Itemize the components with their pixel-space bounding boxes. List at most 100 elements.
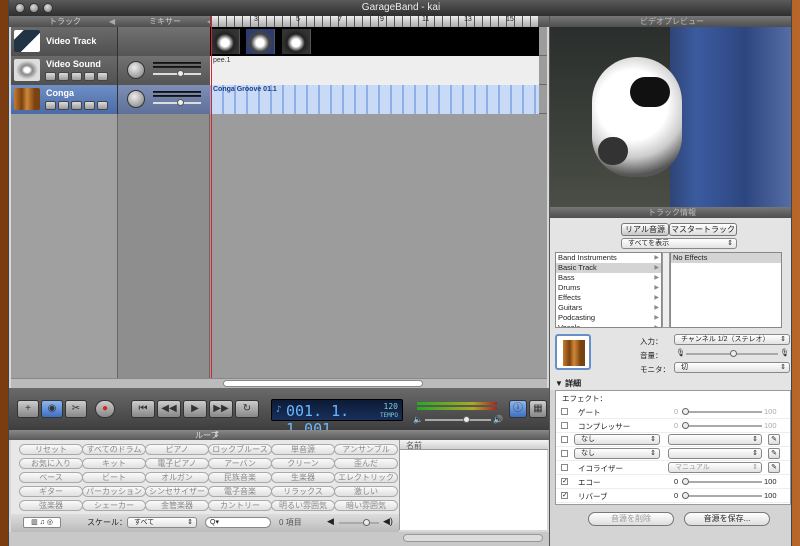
effect-checkbox[interactable] xyxy=(561,436,568,443)
record-enable-button[interactable] xyxy=(45,72,56,81)
loop-keyword-button[interactable]: ロックブルース xyxy=(208,444,272,455)
list-item[interactable]: Band Instruments xyxy=(556,253,661,263)
show-all-popup[interactable]: すべてを表示 xyxy=(621,238,737,249)
loop-keyword-button[interactable]: オルガン xyxy=(145,472,209,483)
media-browser-button[interactable]: ▦ xyxy=(529,400,547,418)
loop-keyword-button[interactable]: ギター xyxy=(19,486,83,497)
delete-instrument-button[interactable]: 音源を削除 xyxy=(588,512,674,526)
monitor-popup[interactable]: 切 xyxy=(674,362,790,373)
effect-slider[interactable] xyxy=(682,492,762,499)
loop-keyword-button[interactable]: 生楽器 xyxy=(271,472,335,483)
view-button[interactable] xyxy=(97,72,108,81)
loop-keyword-button[interactable]: キット xyxy=(82,458,146,469)
video-preview[interactable] xyxy=(550,27,791,207)
effect-popup[interactable]: なし xyxy=(574,434,660,445)
play-button[interactable]: ▶ xyxy=(183,400,207,418)
loop-keyword-button[interactable]: 民族音楽 xyxy=(208,472,272,483)
mute-button[interactable] xyxy=(58,72,69,81)
loop-keyword-button[interactable]: シンセサイザー xyxy=(145,486,209,497)
solo-button[interactable] xyxy=(71,101,82,110)
list-item[interactable]: Bass xyxy=(556,273,661,283)
loop-keyword-button[interactable]: エレクトリック xyxy=(334,472,398,483)
list-item[interactable]: Guitars xyxy=(556,303,661,313)
loop-keyword-button[interactable]: ピアノ xyxy=(145,444,209,455)
loop-results-list[interactable]: 名前 xyxy=(399,440,548,530)
loop-browser-button[interactable]: ◉ xyxy=(41,400,63,418)
editor-button[interactable]: ✂ xyxy=(65,400,87,418)
loop-keyword-button[interactable]: カントリー xyxy=(208,500,272,511)
category-scrollbar[interactable] xyxy=(662,252,670,328)
effect-slider[interactable] xyxy=(682,408,762,415)
record-button[interactable]: ● xyxy=(95,400,115,418)
loop-keyword-button[interactable]: 暗い雰囲気 xyxy=(334,500,398,511)
loop-keyword-button[interactable]: 電子ピアノ xyxy=(145,458,209,469)
list-item[interactable]: Podcasting xyxy=(556,313,661,323)
loop-keyword-button[interactable]: すべてのドラム xyxy=(82,444,146,455)
track-row-conga[interactable]: Conga Conga Groove 01.1 xyxy=(11,85,547,114)
go-to-beginning-button[interactable]: ⏮ xyxy=(131,400,155,418)
scale-popup[interactable]: すべて xyxy=(127,517,197,528)
effect-checkbox[interactable] xyxy=(561,450,568,457)
instrument-icon-button[interactable] xyxy=(555,334,591,370)
lock-button[interactable] xyxy=(84,101,95,110)
volume-slider[interactable] xyxy=(153,70,201,77)
loop-keyword-button[interactable]: クリーン xyxy=(271,458,335,469)
loop-keyword-button[interactable]: 明るい雰囲気 xyxy=(271,500,335,511)
volume-slider[interactable] xyxy=(153,99,201,106)
loop-keyword-button[interactable]: リラックス xyxy=(271,486,335,497)
preset-list[interactable]: No Effects xyxy=(670,252,782,328)
effect-checkbox[interactable] xyxy=(561,408,568,415)
loop-keyword-button[interactable]: 金管楽器 xyxy=(145,500,209,511)
pan-knob[interactable] xyxy=(127,61,145,79)
track-row-video-sound[interactable]: Video Sound pee.1 xyxy=(11,56,547,85)
fast-forward-button[interactable]: ▶▶ xyxy=(209,400,233,418)
rewind-button[interactable]: ◀◀ xyxy=(157,400,181,418)
input-volume-slider[interactable] xyxy=(686,350,778,357)
list-item[interactable]: Vocals xyxy=(556,323,661,327)
close-window-icon[interactable] xyxy=(15,3,25,13)
timeline-ruler[interactable]: 3 5 7 9 11 13 15 xyxy=(210,16,538,27)
effect-checkbox[interactable] xyxy=(561,464,568,471)
results-column-header[interactable]: 名前 xyxy=(400,440,548,450)
loop-keyword-button[interactable]: ベース xyxy=(19,472,83,483)
loop-keyword-button[interactable]: アンサンブル xyxy=(334,444,398,455)
loop-keyword-button[interactable]: シェーカー xyxy=(82,500,146,511)
minimize-window-icon[interactable] xyxy=(29,3,39,13)
loop-keyword-button[interactable]: 激しい xyxy=(334,486,398,497)
save-instrument-button[interactable]: 音源を保存... xyxy=(684,512,770,526)
preview-volume-slider[interactable] xyxy=(339,519,379,526)
add-track-button[interactable]: + xyxy=(17,400,39,418)
scrollbar-thumb[interactable] xyxy=(223,380,423,387)
mute-button[interactable] xyxy=(58,101,69,110)
edit-pencil-icon[interactable]: ✎ xyxy=(768,434,780,445)
lcd-display[interactable]: ♪ 001. 1. 1.001 120 TEMPO xyxy=(271,399,403,438)
input-popup[interactable]: チャンネル 1/2（ステレオ） xyxy=(674,334,790,345)
view-mode-buttons[interactable]: ▥ ♫ ◎ xyxy=(23,517,61,528)
loop-keyword-button[interactable]: リセット xyxy=(19,444,83,455)
loop-keyword-button[interactable]: 単音源 xyxy=(271,444,335,455)
track-header[interactable]: Video Sound xyxy=(11,56,117,85)
loop-keyword-button[interactable]: お気に入り xyxy=(19,458,83,469)
loop-keyword-button[interactable]: 弦楽器 xyxy=(19,500,83,511)
loop-search-input[interactable]: Q▾ xyxy=(205,517,271,528)
list-item[interactable]: Effects xyxy=(556,293,661,303)
zoom-window-icon[interactable] xyxy=(43,3,53,13)
timeline-scrollbar[interactable] xyxy=(11,378,547,388)
video-track-lane[interactable] xyxy=(210,27,539,56)
details-disclosure[interactable]: ▼ 詳細 xyxy=(550,378,791,390)
effect-preset-popup[interactable] xyxy=(668,448,762,459)
pan-knob[interactable] xyxy=(127,90,145,108)
playhead[interactable] xyxy=(211,16,212,388)
list-item[interactable]: No Effects xyxy=(671,253,781,263)
effect-slider[interactable] xyxy=(682,422,762,429)
effect-preset-popup[interactable] xyxy=(668,434,762,445)
audio-region[interactable]: pee.1 xyxy=(210,56,539,85)
tracks-header-arrow-icon[interactable]: ◀ xyxy=(109,16,115,27)
effect-checkbox[interactable]: ✓ xyxy=(561,492,568,499)
effect-checkbox[interactable]: ✓ xyxy=(561,478,568,485)
view-button[interactable] xyxy=(97,101,108,110)
effect-popup[interactable]: なし xyxy=(574,448,660,459)
track-header[interactable]: Conga xyxy=(11,85,117,114)
list-item[interactable]: Basic Track xyxy=(556,263,661,273)
effect-slider[interactable] xyxy=(682,478,762,485)
